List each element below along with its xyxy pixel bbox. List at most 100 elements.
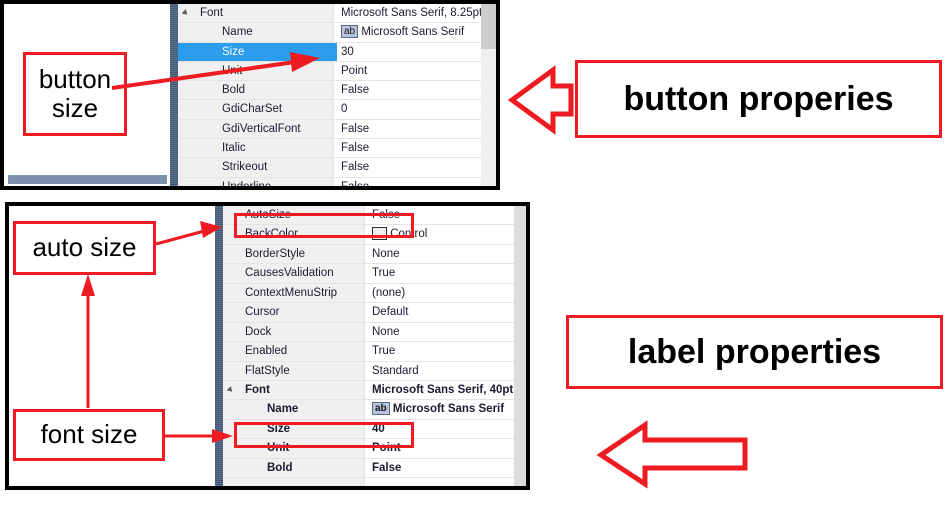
property-value[interactable]: 30	[337, 42, 481, 61]
property-name: Size	[222, 45, 245, 58]
property-row[interactable]: Enabled True	[223, 342, 526, 362]
property-value[interactable]: ab Microsoft Sans Serif	[368, 400, 514, 419]
property-row[interactable]: Strikeout False	[178, 158, 496, 178]
screenshot-root: Font Microsoft Sans Serif, 8.25pt Name ab M…	[0, 0, 951, 517]
property-row[interactable]: Cursor Default	[223, 303, 526, 323]
property-row[interactable]: Size 30	[178, 42, 496, 62]
expander-triangle-icon[interactable]	[226, 386, 235, 394]
property-value-text: 0	[341, 103, 348, 116]
property-value[interactable]: True	[368, 342, 514, 361]
property-row[interactable]: GdiVerticalFont False	[178, 119, 496, 140]
block-arrow-label-properties	[596, 420, 748, 489]
annotation-auto-size-label: auto size	[32, 232, 137, 263]
property-value[interactable]: False	[337, 119, 481, 139]
highlight-autosize-row	[234, 213, 414, 238]
property-name: Font	[200, 7, 224, 19]
property-name: Dock	[245, 325, 272, 338]
property-value-text: Standard	[372, 364, 419, 377]
scrollbar-thumb[interactable]	[481, 4, 496, 49]
property-value-text: Microsoft Sans Serif, 8.25pt	[341, 7, 483, 19]
property-value-text: Microsoft Sans Serif	[361, 26, 465, 39]
property-value[interactable]: 0	[337, 100, 481, 119]
property-name: GdiVerticalFont	[222, 122, 301, 135]
property-name: Underline	[222, 178, 271, 186]
property-rows: Font Microsoft Sans Serif, 8.25pt Name ab M…	[178, 4, 496, 186]
ab-font-icon: ab	[372, 401, 390, 415]
property-row[interactable]: Font Microsoft Sans Serif, 8.25pt	[178, 4, 496, 24]
block-arrow-button-properties	[507, 65, 574, 135]
property-name: Unit	[222, 64, 243, 77]
property-name: Strikeout	[222, 161, 268, 174]
property-value-text: False	[341, 161, 370, 174]
property-value[interactable]: ab Microsoft Sans Serif	[337, 23, 481, 42]
property-row[interactable]: Bold False	[223, 458, 526, 479]
annotation-auto-size: auto size	[13, 221, 156, 275]
property-name: Font	[245, 383, 270, 396]
button-property-grid[interactable]: Font Microsoft Sans Serif, 8.25pt Name ab M…	[178, 4, 496, 186]
property-value[interactable]: None	[368, 322, 514, 342]
expander-triangle-icon[interactable]	[181, 9, 190, 17]
property-name: Enabled	[245, 345, 288, 358]
panel-splitter[interactable]	[170, 4, 178, 186]
property-row[interactable]: Bold False	[178, 81, 496, 101]
property-value[interactable]: (none)	[368, 283, 514, 303]
property-row[interactable]: Dock None	[223, 322, 526, 343]
property-value-text: None	[372, 325, 400, 338]
property-row[interactable]: Underline False	[178, 177, 496, 186]
designer-horizontal-scrollbar[interactable]	[8, 175, 167, 184]
property-row[interactable]: FlatStyle Standard	[223, 361, 526, 381]
property-value[interactable]: False	[337, 81, 481, 100]
property-name: Name	[267, 403, 299, 416]
property-row[interactable]: GdiCharSet 0	[178, 100, 496, 120]
property-row[interactable]: BorderStyle None	[223, 244, 526, 265]
property-row[interactable]: CausesValidation True	[223, 264, 526, 284]
annotation-font-size-label: font size	[40, 419, 138, 450]
property-value-text: False	[372, 461, 402, 474]
property-value-text: False	[341, 181, 369, 186]
property-value-text: Point	[341, 64, 368, 77]
property-row[interactable]: Font Microsoft Sans Serif, 40pt	[223, 380, 526, 401]
annotation-label-properties: label properties	[566, 315, 943, 389]
property-row[interactable]: Italic False	[178, 139, 496, 159]
annotation-button-properties: button properies	[575, 60, 942, 138]
property-value[interactable]: Standard	[368, 361, 514, 380]
property-value[interactable]: False	[368, 458, 514, 478]
annotation-button-size: button size	[23, 52, 127, 136]
property-value[interactable]: None	[368, 244, 514, 264]
property-value-text: True	[372, 345, 396, 358]
property-grid-vertical-scrollbar-2[interactable]	[514, 206, 526, 486]
property-value[interactable]: False	[337, 139, 481, 158]
property-row[interactable]: Unit Point	[178, 61, 496, 82]
property-name: CausesValidation	[245, 267, 334, 280]
property-name: Cursor	[245, 306, 280, 319]
property-name: Name	[222, 26, 253, 39]
property-value[interactable]: Default	[368, 303, 514, 322]
property-name: Bold	[267, 461, 293, 474]
annotation-button-size-line1: button	[38, 63, 112, 94]
property-name: FlatStyle	[245, 364, 290, 377]
property-value[interactable]: Point	[337, 61, 481, 81]
property-value-text: (none)	[372, 286, 406, 299]
annotation-font-size: font size	[13, 409, 165, 461]
property-value-text: None	[372, 247, 400, 260]
property-value-text: Default	[372, 306, 409, 319]
property-name: ContextMenuStrip	[245, 286, 338, 299]
property-row[interactable]: ContextMenuStrip (none)	[223, 283, 526, 304]
panel-splitter-2[interactable]	[215, 206, 223, 486]
property-name: BorderStyle	[245, 247, 306, 260]
ab-font-icon: ab	[341, 24, 359, 38]
property-grid-vertical-scrollbar[interactable]	[481, 4, 496, 186]
property-row[interactable]: Name ab Microsoft Sans Serif	[178, 23, 496, 43]
property-value-text: False	[341, 122, 370, 135]
property-value[interactable]: False	[337, 177, 481, 186]
property-value[interactable]: Microsoft Sans Serif, 8.25pt	[337, 4, 483, 23]
property-value-text: True	[372, 267, 396, 280]
property-name: GdiCharSet	[222, 103, 283, 116]
property-value[interactable]: False	[337, 158, 481, 177]
property-name: Italic	[222, 142, 246, 155]
property-row[interactable]: Name ab Microsoft Sans Serif	[223, 400, 526, 420]
annotation-button-size-line2: size	[51, 93, 99, 123]
property-value[interactable]: Microsoft Sans Serif, 40pt	[368, 380, 514, 400]
property-value-text: 30	[341, 45, 354, 58]
property-value[interactable]: True	[368, 264, 514, 283]
